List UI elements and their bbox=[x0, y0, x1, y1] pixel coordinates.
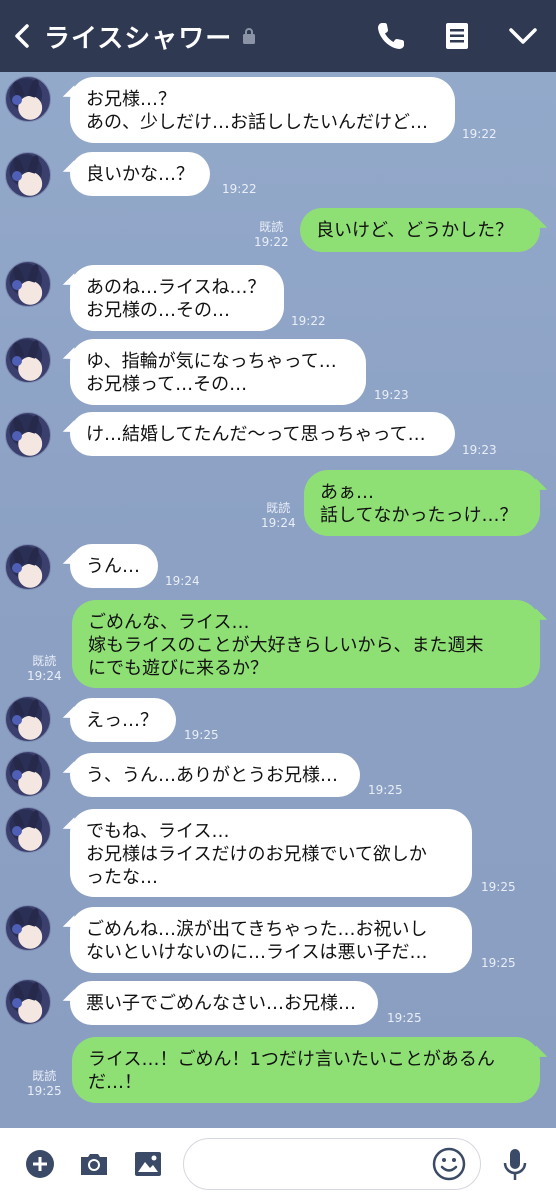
message-bubble-incoming[interactable]: 良いかな…？ bbox=[70, 152, 210, 196]
chat-area[interactable]: お兄様…？ あの、少しだけ…お話ししたいんだけど… 19:22 良いかな…？ 1… bbox=[0, 72, 556, 1128]
message-time: 19:25 bbox=[368, 783, 403, 797]
avatar[interactable] bbox=[5, 905, 51, 951]
chat-header: ライスシャワー bbox=[0, 0, 556, 72]
avatar[interactable] bbox=[5, 76, 51, 122]
message-time: 19:24 bbox=[165, 574, 200, 588]
message-time: 19:23 bbox=[374, 388, 409, 402]
add-button[interactable] bbox=[14, 1128, 66, 1200]
menu-button[interactable] bbox=[490, 0, 556, 72]
message-bubble-incoming[interactable]: 悪い子でごめんなさい…お兄様… bbox=[70, 981, 378, 1025]
message-bubble-outgoing[interactable]: ごめんな、ライス… 嫁もライスのことが大好きらしいから、また週末 にでも遊びに来… bbox=[72, 600, 540, 688]
message-bubble-incoming[interactable]: ごめんね…涙が出てきちゃった…お祝いし ないといけないのに…ライスは悪い子だ… bbox=[70, 907, 472, 973]
message-time: 19:25 bbox=[481, 956, 516, 970]
message-time: 19:22 bbox=[462, 127, 497, 141]
chevron-down-icon bbox=[509, 28, 537, 44]
message-time: 19:25 bbox=[184, 728, 219, 742]
message-read-status: 既読 19:24 bbox=[27, 654, 62, 683]
message-time: 19:25 bbox=[481, 880, 516, 894]
message-read-status: 既読 19:25 bbox=[27, 1069, 62, 1098]
camera-icon bbox=[81, 1154, 107, 1175]
message-bubble-outgoing[interactable]: あぁ… 話してなかったっけ…？ bbox=[304, 470, 540, 536]
message-read-status: 既読 19:22 bbox=[254, 220, 289, 249]
chat-title: ライスシャワー bbox=[44, 23, 233, 54]
message-bubble-incoming[interactable]: でもね、ライス… お兄様はライスだけのお兄様でいて欲しか ったな… bbox=[70, 809, 472, 897]
message-time: 19:25 bbox=[387, 1011, 422, 1025]
avatar[interactable] bbox=[5, 337, 51, 383]
message-bubble-incoming[interactable]: お兄様…？ あの、少しだけ…お話ししたいんだけど… bbox=[70, 77, 455, 143]
message-bubble-incoming[interactable]: あのね…ライスね…？ お兄様の…その… bbox=[70, 265, 284, 331]
image-button[interactable] bbox=[122, 1128, 174, 1200]
avatar[interactable] bbox=[5, 807, 51, 853]
message-bubble-outgoing[interactable]: ライス…！ごめん！1つだけ言いたいことがあるん だ…！ bbox=[72, 1037, 540, 1103]
image-icon bbox=[135, 1152, 161, 1176]
message-time: 19:22 bbox=[222, 182, 257, 196]
notes-button[interactable] bbox=[424, 0, 490, 72]
message-bubble-outgoing[interactable]: 良いけど、どうかした？ bbox=[300, 208, 540, 252]
avatar[interactable] bbox=[5, 261, 51, 307]
avatar[interactable] bbox=[5, 696, 51, 742]
message-bubble-incoming[interactable]: う、うん…ありがとうお兄様… bbox=[70, 753, 360, 797]
message-bubble-incoming[interactable]: うん… bbox=[70, 544, 158, 588]
plus-icon bbox=[26, 1150, 54, 1178]
emoji-icon[interactable] bbox=[432, 1147, 466, 1181]
phone-icon bbox=[378, 23, 404, 49]
back-button[interactable] bbox=[0, 0, 44, 72]
avatar[interactable] bbox=[5, 979, 51, 1025]
message-composer bbox=[0, 1128, 556, 1200]
message-bubble-incoming[interactable]: け…結婚してたんだ〜って思っちゃって… bbox=[70, 412, 455, 456]
note-icon bbox=[446, 23, 468, 49]
avatar[interactable] bbox=[5, 152, 51, 198]
camera-button[interactable] bbox=[68, 1128, 120, 1200]
chevron-left-icon bbox=[15, 24, 29, 48]
message-bubble-incoming[interactable]: えっ…？ bbox=[70, 698, 176, 742]
avatar[interactable] bbox=[5, 544, 51, 590]
avatar[interactable] bbox=[5, 751, 51, 797]
message-time: 19:23 bbox=[462, 443, 497, 457]
message-time: 19:22 bbox=[291, 314, 326, 328]
avatar[interactable] bbox=[5, 412, 51, 458]
message-bubble-incoming[interactable]: ゆ、指輪が気になっちゃって… お兄様って…その… bbox=[70, 339, 366, 405]
message-read-status: 既読 19:24 bbox=[261, 501, 296, 530]
mic-icon[interactable] bbox=[496, 1146, 534, 1184]
call-button[interactable] bbox=[358, 0, 424, 72]
lock-icon bbox=[243, 28, 256, 44]
